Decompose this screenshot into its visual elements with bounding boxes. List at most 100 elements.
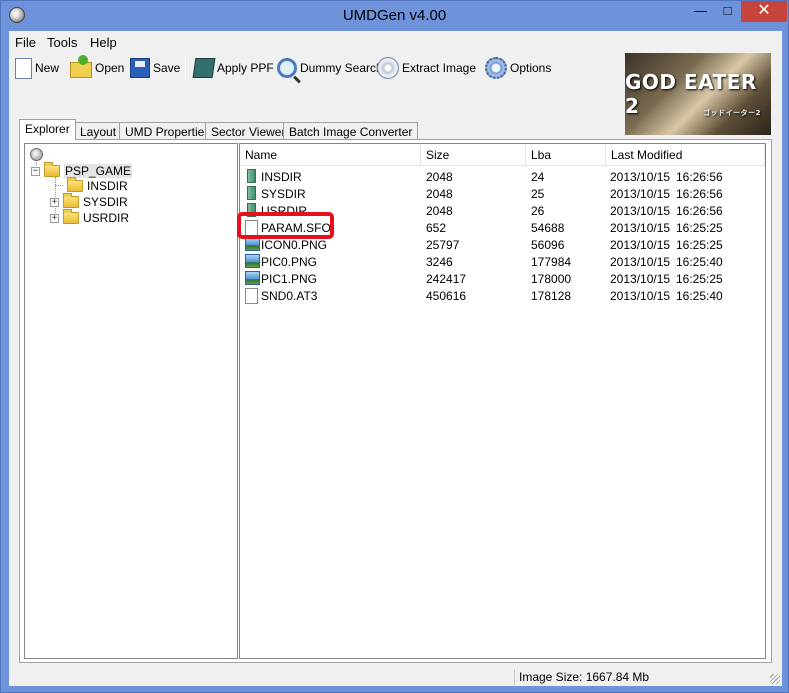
row-date: 2013/10/15 — [610, 221, 671, 235]
open-folder-icon — [70, 55, 92, 78]
folder-icon — [63, 193, 79, 208]
options-button[interactable]: Options — [485, 55, 551, 81]
column-lba[interactable]: Lba — [526, 144, 606, 166]
row-date: 2013/10/15 — [610, 170, 671, 184]
open-button[interactable]: Open — [70, 55, 124, 81]
folder-icon — [63, 209, 79, 224]
menu-tools[interactable]: Tools — [47, 35, 77, 50]
tab-explorer[interactable]: Explorer — [19, 119, 76, 140]
menu-file[interactable]: File — [15, 35, 36, 50]
tab-umd-properties[interactable]: UMD Properties — [119, 122, 217, 140]
row-date: 2013/10/15 — [610, 204, 671, 218]
client-area: File Tools Help New Open Save Apply PPF — [9, 31, 782, 686]
tree-node-insdir[interactable]: INSDIR — [50, 177, 128, 194]
game-banner: GOD EATER 2 ゴッドイーター2 — [625, 53, 771, 135]
list-item[interactable]: PIC0.PNG 3246 177984 2013/10/15 16:25:40 — [240, 254, 765, 271]
column-size[interactable]: Size — [421, 144, 526, 166]
app-window: UMDGen v4.00 — □ ✕ File Tools Help New O… — [0, 0, 789, 693]
row-name: SND0.AT3 — [261, 289, 318, 303]
save-disk-icon — [130, 58, 150, 78]
resize-grip[interactable] — [770, 674, 780, 684]
menu-bar: File Tools Help — [9, 33, 782, 51]
document-icon — [245, 288, 258, 304]
row-date: 2013/10/15 — [610, 272, 671, 286]
options-label: Options — [510, 61, 552, 75]
collapse-toggle[interactable]: − — [31, 166, 40, 176]
apply-ppf-button[interactable]: Apply PPF — [192, 55, 274, 81]
row-size: 25797 — [426, 238, 460, 252]
row-lba: 177984 — [531, 255, 572, 269]
row-lba: 24 — [531, 170, 545, 184]
tab-batch-image-converter[interactable]: Batch Image Converter — [283, 122, 419, 140]
row-time: 16:26:56 — [676, 204, 723, 218]
tree-node-sysdir[interactable]: + SYSDIR — [50, 193, 128, 210]
folder-icon — [44, 162, 60, 177]
maximize-button[interactable]: □ — [714, 1, 741, 22]
image-icon — [245, 237, 260, 251]
list-item[interactable]: PIC1.PNG 242417 178000 2013/10/15 16:25:… — [240, 271, 765, 288]
column-last-modified[interactable]: Last Modified — [606, 144, 765, 166]
expand-toggle[interactable]: + — [50, 213, 59, 223]
image-icon — [245, 271, 260, 285]
tree-label-psp-game: PSP_GAME — [64, 164, 133, 178]
umd-disc-icon — [30, 148, 43, 161]
explorer-panel: − PSP_GAME INSDIR + SYSDIR + USRDIR Name… — [19, 139, 772, 663]
row-time: 16:26:56 — [676, 187, 723, 201]
tree-node-psp-game[interactable]: − PSP_GAME — [31, 162, 133, 179]
new-button[interactable]: New — [15, 55, 59, 81]
row-lba: 178128 — [531, 289, 572, 303]
status-separator — [514, 669, 515, 685]
tab-sector-viewer[interactable]: Sector Viewer — [205, 122, 292, 140]
row-time: 16:25:25 — [676, 238, 723, 252]
tree-node-usrdir[interactable]: + USRDIR — [50, 209, 130, 226]
row-time: 16:25:25 — [676, 221, 723, 235]
row-size: 2048 — [426, 187, 453, 201]
list-item[interactable]: INSDIR 2048 24 2013/10/15 16:26:56 — [240, 169, 765, 186]
image-size-status: Image Size: 1667.84 Mb — [519, 670, 650, 684]
column-name[interactable]: Name — [240, 144, 421, 166]
row-lba: 178000 — [531, 272, 572, 286]
row-size: 2048 — [426, 170, 453, 184]
extract-image-button[interactable]: Extract Image — [377, 55, 476, 81]
minimize-button[interactable]: — — [687, 1, 714, 22]
save-button[interactable]: Save — [130, 55, 180, 81]
menu-help[interactable]: Help — [90, 35, 117, 50]
dummy-search-button[interactable]: Dummy Search — [277, 55, 383, 81]
tab-layout[interactable]: Layout — [74, 122, 123, 140]
row-date: 2013/10/15 — [610, 289, 671, 303]
list-item[interactable]: SYSDIR 2048 25 2013/10/15 16:26:56 — [240, 186, 765, 203]
tree-label-sysdir: SYSDIR — [83, 195, 128, 209]
row-date: 2013/10/15 — [610, 255, 671, 269]
list-item[interactable]: SND0.AT3 450616 178128 2013/10/15 16:25:… — [240, 288, 765, 305]
close-button[interactable]: ✕ — [741, 1, 787, 22]
row-name: ICON0.PNG — [261, 238, 328, 252]
image-icon — [245, 254, 260, 268]
expand-toggle[interactable]: + — [50, 197, 59, 207]
folder-tree[interactable]: − PSP_GAME INSDIR + SYSDIR + USRDIR — [24, 143, 238, 659]
row-time: 16:26:56 — [676, 170, 723, 184]
folder-green-icon — [247, 186, 256, 200]
row-size: 450616 — [426, 289, 467, 303]
row-date: 2013/10/15 — [610, 187, 671, 201]
row-time: 16:25:40 — [676, 255, 723, 269]
row-size: 652 — [426, 221, 447, 235]
row-size: 3246 — [426, 255, 453, 269]
tree-label-insdir: INSDIR — [87, 179, 128, 193]
toolbar-separator — [185, 56, 186, 80]
tree-label-usrdir: USRDIR — [83, 211, 130, 225]
ppf-box-icon — [192, 58, 216, 78]
list-item[interactable]: ICON0.PNG 25797 56096 2013/10/15 16:25:2… — [240, 237, 765, 254]
window-title: UMDGen v4.00 — [342, 7, 447, 24]
toolbar: New Open Save Apply PPF Dummy Search Ext… — [9, 53, 621, 83]
row-lba: 56096 — [531, 238, 565, 252]
row-lba: 54688 — [531, 221, 565, 235]
row-size: 242417 — [426, 272, 467, 286]
title-bar[interactable]: UMDGen v4.00 — □ ✕ — [1, 1, 788, 31]
annotation-highlight-box — [237, 212, 334, 239]
apply-ppf-label: Apply PPF — [217, 61, 274, 75]
banner-subtitle: ゴッドイーター2 — [703, 109, 761, 117]
row-name: SYSDIR — [261, 187, 306, 201]
save-button-label: Save — [153, 61, 181, 75]
extract-image-label: Extract Image — [402, 61, 477, 75]
dummy-search-label: Dummy Search — [300, 61, 383, 75]
